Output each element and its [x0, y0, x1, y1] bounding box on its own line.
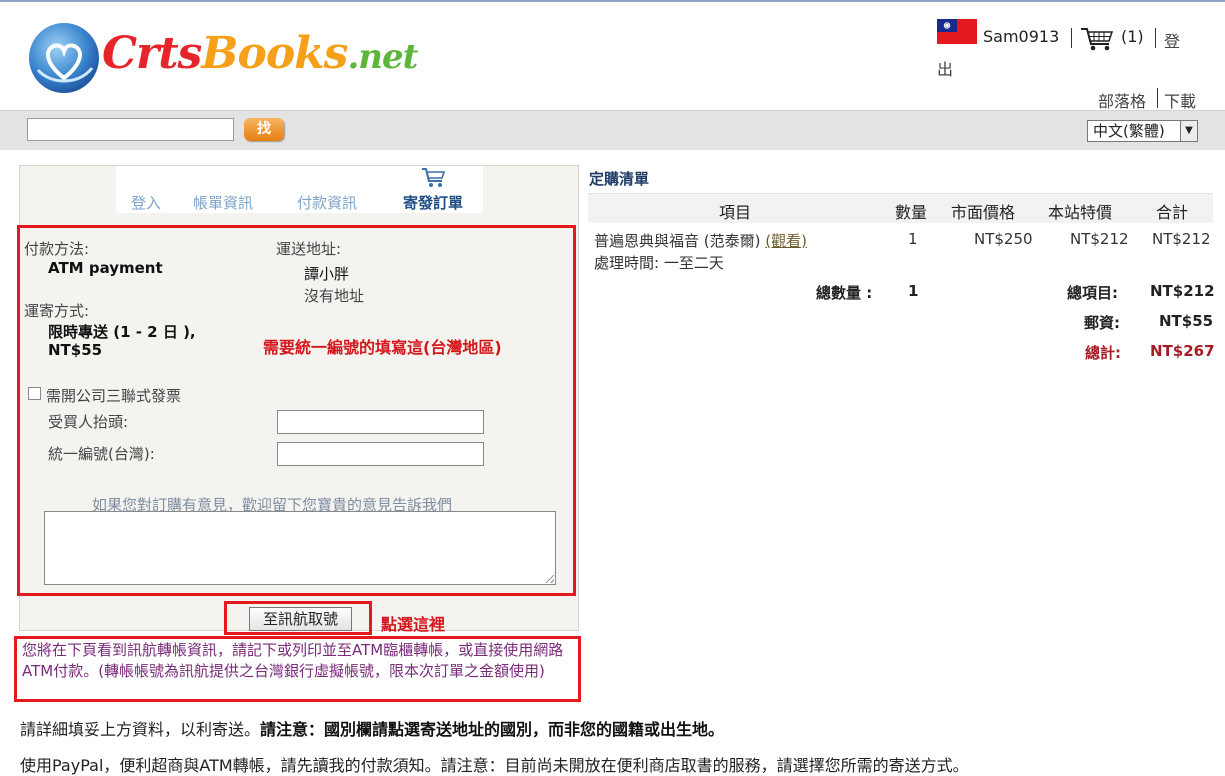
shipping-method-price: NT$55 — [48, 341, 103, 359]
shipping-method-label: 運寄方式: — [24, 302, 90, 320]
recipient-name: 譚小胖 — [304, 265, 350, 283]
view-book-link[interactable]: (觀看) — [765, 232, 807, 250]
column-header-special-price: 本站特價 — [1048, 203, 1113, 222]
bottom-instruction-bold: 請注意：國別欄請點選寄送地址的國別，而非您的國籍或出生地。 — [260, 720, 725, 739]
buyer-title-field[interactable] — [277, 410, 484, 434]
order-list-title: 定購清單 — [589, 170, 650, 188]
shipping-fee-value: NT$55 — [1159, 312, 1214, 330]
column-header-qty: 數量 — [895, 203, 928, 222]
logo-wordmark[interactable]: CrtsBooks.net — [102, 26, 418, 85]
atm-transfer-notice: 您將在下頁看到訊航轉帳資訊，請記下或列印並至ATM臨櫃轉帳，或直接使用網路ATM… — [22, 641, 564, 680]
divider — [1157, 88, 1158, 108]
search-input[interactable] — [27, 118, 234, 141]
divider — [1155, 28, 1156, 48]
total-qty: 1 — [908, 282, 919, 300]
item-subtotal: NT$212 — [1152, 230, 1211, 248]
shipping-fee-label: 郵資: — [1084, 314, 1120, 332]
buyer-title-label: 受買人抬頭: — [48, 413, 129, 431]
column-header-item: 項目 — [719, 203, 752, 222]
logout-link-part1[interactable]: 登 — [1164, 28, 1180, 52]
top-strip — [0, 0, 1225, 2]
shipping-address-label: 運送地址: — [276, 240, 342, 258]
column-header-market-price: 市面價格 — [951, 203, 1016, 222]
search-button[interactable]: 找 — [244, 118, 284, 141]
invoice-checkbox-label[interactable]: 需開公司三聯式發票 — [46, 385, 181, 406]
blog-link[interactable]: 部落格 — [1098, 88, 1146, 112]
dropdown-arrow-icon[interactable]: ▼ — [1180, 121, 1197, 141]
logo-text-net: .net — [347, 37, 418, 77]
step-account[interactable]: 帳單資訊 — [193, 192, 253, 213]
language-select[interactable]: 中文(繁體) ▼ — [1087, 120, 1198, 142]
total-items-label: 總項目: — [1067, 284, 1118, 302]
cart-count[interactable]: (1) — [1121, 27, 1144, 46]
book-title: 普遍恩典與福音 (范泰爾) — [594, 232, 761, 250]
processing-time: 處理時間: 一至二天 — [594, 254, 724, 272]
comment-textarea[interactable] — [44, 511, 556, 585]
tax-id-annotation: 需要統一編號的填寫這(台灣地區) — [263, 338, 502, 357]
step-send-order: 寄發訂單 — [403, 194, 464, 212]
item-market-price: NT$250 — [974, 230, 1033, 248]
grand-total-label: 總計: — [1085, 344, 1121, 362]
logo-text-books: Books — [201, 28, 348, 79]
bottom-instruction-plain: 請詳細填妥上方資料，以利寄送。 — [20, 720, 261, 739]
taiwan-flag-icon[interactable] — [937, 19, 977, 44]
address-value: 沒有地址 — [304, 287, 365, 305]
order-item-row: 普遍恩典與福音 (范泰爾) (觀看) — [594, 230, 807, 251]
divider — [1071, 28, 1072, 48]
click-here-annotation: 點選這裡 — [381, 615, 446, 634]
globe-heart-logo-icon — [29, 23, 99, 93]
invoice-checkbox[interactable] — [28, 387, 41, 400]
grand-total-value: NT$267 — [1150, 342, 1215, 360]
language-selected-value: 中文(繁體) — [1093, 122, 1165, 140]
shipping-method-value: 限時專送 (1 - 2 日 ), — [48, 323, 196, 341]
tax-id-label: 統一編號(台灣): — [48, 445, 155, 463]
payment-method-label: 付款方法: — [24, 240, 90, 258]
bottom-instruction: 請詳細填妥上方資料，以利寄送。請注意：國別欄請點選寄送地址的國別，而非您的國籍或… — [20, 716, 724, 740]
username-link[interactable]: Sam0913 — [983, 27, 1059, 46]
step-payment[interactable]: 付款資訊 — [297, 192, 357, 213]
paypal-note: 使用PayPal，便利超商與ATM轉帳，請先讀我的付款須知。請注意：目前尚未開放… — [20, 756, 969, 775]
total-qty-label: 總數量 : — [816, 284, 873, 302]
resize-grip-icon[interactable] — [546, 575, 554, 583]
get-transfer-number-button[interactable]: 至訊航取號 — [249, 607, 352, 631]
item-special-price: NT$212 — [1070, 230, 1129, 248]
shopping-cart-icon — [422, 168, 446, 187]
logo-text-crts: Crts — [102, 28, 202, 79]
step-login[interactable]: 登入 — [131, 192, 161, 213]
payment-method-value: ATM payment — [48, 259, 163, 277]
total-items-value: NT$212 — [1150, 282, 1215, 300]
tax-id-field[interactable] — [277, 442, 484, 466]
shopping-cart-icon[interactable] — [1080, 26, 1114, 52]
download-link[interactable]: 下載 — [1164, 88, 1196, 112]
column-header-subtotal: 合計 — [1156, 203, 1189, 222]
logout-link-part2[interactable]: 出 — [937, 56, 953, 80]
item-qty: 1 — [908, 230, 918, 248]
